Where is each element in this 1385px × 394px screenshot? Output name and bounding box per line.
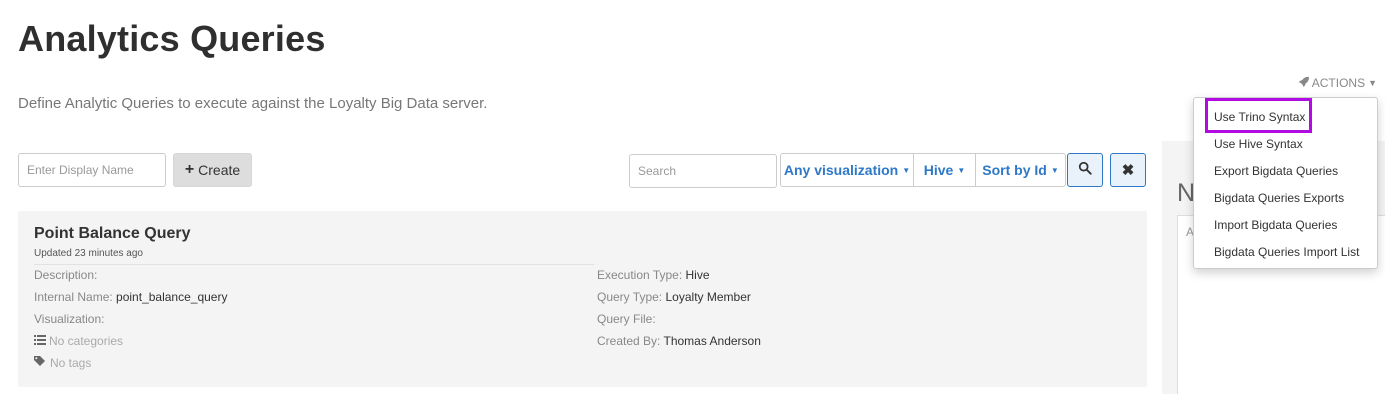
query-file-field: Query File: <box>597 312 656 326</box>
caret-down-icon: ▼ <box>902 165 911 175</box>
internal-name-value: point_balance_query <box>116 290 228 304</box>
create-button[interactable]: + Create <box>173 153 252 187</box>
caret-down-icon: ▼ <box>1368 78 1377 88</box>
query-title-link[interactable]: Point Balance Query <box>34 225 191 243</box>
query-type-value: Loyalty Member <box>665 290 751 304</box>
search-icon <box>1078 161 1092 180</box>
search-button[interactable] <box>1067 153 1103 187</box>
list-icon <box>34 334 46 348</box>
internal-name-label: Internal Name: <box>34 290 113 304</box>
create-button-label: Create <box>198 162 241 178</box>
visualization-label: Visualization: <box>34 312 105 326</box>
close-icon: ✖ <box>1121 162 1135 179</box>
menu-item-import-bigdata-queries[interactable]: Import Bigdata Queries <box>1214 218 1337 232</box>
categories-value: No categories <box>49 334 124 348</box>
menu-item-use-hive-syntax[interactable]: Use Hive Syntax <box>1214 137 1303 151</box>
internal-name-field: Internal Name: point_balance_query <box>34 290 227 304</box>
page-description: Define Analytic Queries to execute again… <box>18 95 488 112</box>
tags-icon <box>34 356 47 370</box>
divider <box>34 264 594 265</box>
description-field: Description: <box>34 268 97 282</box>
created-by-value: Thomas Anderson <box>663 334 761 348</box>
categories-field: No categories <box>34 334 123 348</box>
clear-filters-button[interactable]: ✖ <box>1110 153 1146 187</box>
sort-label: Sort by Id <box>982 162 1047 178</box>
plus-icon: + <box>184 161 195 178</box>
menu-item-bigdata-queries-import-list[interactable]: Bigdata Queries Import List <box>1214 245 1359 259</box>
display-name-placeholder: Enter Display Name <box>27 163 134 177</box>
display-name-input[interactable]: Enter Display Name <box>18 153 166 187</box>
created-by-field: Created By: Thomas Anderson <box>597 334 761 348</box>
description-label: Description: <box>34 268 98 282</box>
engine-filter-label: Hive <box>923 162 954 178</box>
caret-down-icon: ▼ <box>957 165 966 175</box>
sort-dropdown[interactable]: Sort by Id ▼ <box>975 153 1066 187</box>
actions-menu: Use Trino Syntax Use Hive Syntax Export … <box>1193 97 1378 269</box>
query-type-field: Query Type: Loyalty Member <box>597 290 751 304</box>
menu-item-export-bigdata-queries[interactable]: Export Bigdata Queries <box>1214 164 1338 178</box>
query-updated-time: Updated 23 minutes ago <box>34 248 143 259</box>
actions-label: ACTIONS <box>1311 76 1366 90</box>
visualization-filter-dropdown[interactable]: Any visualization ▼ <box>780 153 914 187</box>
search-placeholder: Search <box>638 164 677 178</box>
query-type-label: Query Type: <box>597 290 663 304</box>
query-card: Point Balance Query Updated 23 minutes a… <box>18 211 1147 387</box>
tags-field: No tags <box>34 356 91 370</box>
tags-value: No tags <box>50 356 92 370</box>
menu-item-bigdata-queries-exports[interactable]: Bigdata Queries Exports <box>1214 191 1344 205</box>
created-by-label: Created By: <box>597 334 661 348</box>
menu-item-use-trino-syntax[interactable]: Use Trino Syntax <box>1214 110 1305 124</box>
execution-type-field: Execution Type: Hive <box>597 268 710 282</box>
actions-dropdown-toggle[interactable]: ACTIONS ▼ <box>1298 76 1377 90</box>
query-file-label: Query File: <box>597 312 656 326</box>
visualization-field: Visualization: <box>34 312 105 326</box>
rocket-icon <box>1298 76 1309 90</box>
search-input[interactable]: Search <box>629 154 777 188</box>
caret-down-icon: ▼ <box>1050 165 1059 175</box>
engine-filter-dropdown[interactable]: Hive ▼ <box>913 153 976 187</box>
execution-type-value: Hive <box>685 268 710 282</box>
page-title: Analytics Queries <box>18 18 326 59</box>
execution-type-label: Execution Type: <box>597 268 683 282</box>
visualization-filter-label: Any visualization <box>783 162 899 178</box>
